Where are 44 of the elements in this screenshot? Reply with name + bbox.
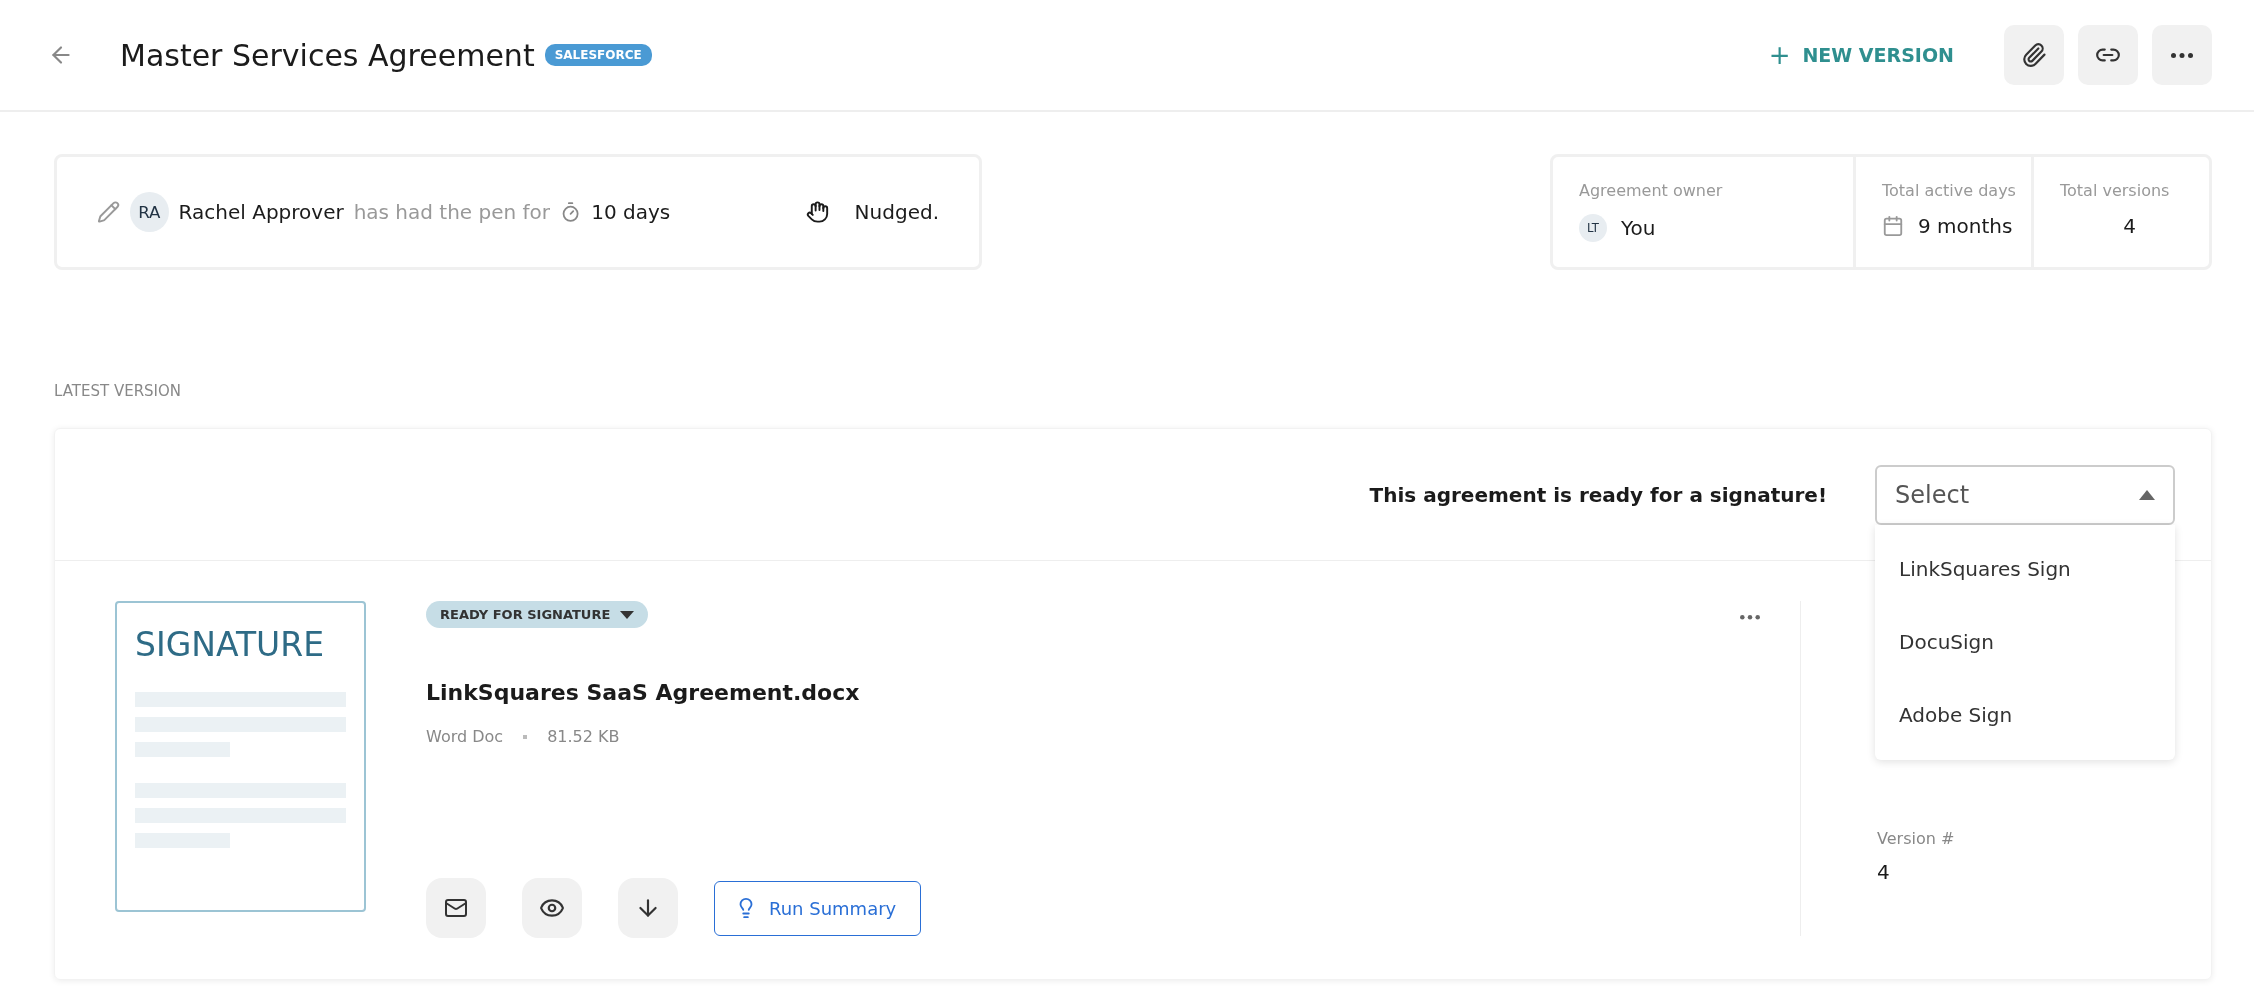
preview-button[interactable]: [522, 878, 582, 938]
version-label: Version #: [1877, 829, 1955, 848]
stat-value: 4: [2123, 214, 2136, 238]
more-button[interactable]: [1740, 615, 1760, 620]
stat-value: 9 months: [1918, 214, 2013, 238]
attachment-button[interactable]: [2004, 25, 2064, 85]
dropdown-option[interactable]: DocuSign: [1875, 605, 2175, 679]
more-icon: [1740, 615, 1760, 620]
user-avatar: RA: [130, 192, 169, 232]
pen-duration: 10 days: [591, 200, 671, 224]
owner-avatar: LT: [1579, 214, 1607, 242]
new-version-button[interactable]: + NEW VERSION: [1762, 39, 1960, 71]
stat-label: Agreement owner: [1579, 181, 1724, 200]
calendar-icon: [1882, 215, 1904, 237]
thumbnail-title: SIGNATURE: [135, 625, 326, 664]
caret-icon: [620, 610, 635, 619]
signature-select[interactable]: Select: [1875, 464, 2175, 525]
page-title: Master Services Agreement: [120, 37, 535, 73]
file-type: Word Doc: [426, 727, 504, 746]
nudge-status: Nudged.: [854, 200, 939, 224]
paperclip-icon: [2021, 42, 2047, 68]
section-title: LATEST VERSION: [53, 381, 183, 400]
version-number: 4: [1877, 860, 1891, 884]
file-size: 81.52 KB: [547, 727, 620, 746]
signature-message: This agreement is ready for a signature!: [1369, 482, 1827, 507]
stat-label: Total versions: [2060, 181, 2171, 200]
stat-value: You: [1621, 216, 1656, 240]
dropdown-option[interactable]: Adobe Sign: [1875, 678, 2175, 752]
status-dropdown[interactable]: READY FOR SIGNATURE: [426, 601, 649, 628]
mail-icon: [444, 896, 468, 920]
pencil-icon: [97, 200, 121, 224]
pen-holder-text: has had the pen for: [353, 200, 551, 224]
more-icon: [2171, 52, 2193, 58]
hand-icon: [805, 200, 829, 224]
email-button[interactable]: [426, 878, 486, 938]
file-name: LinkSquares SaaS Agreement.docx: [426, 680, 861, 705]
link-button[interactable]: [2078, 25, 2138, 85]
run-summary-button[interactable]: Run Summary: [714, 880, 922, 936]
dropdown-option[interactable]: LinkSquares Sign: [1875, 532, 2175, 606]
pen-holder-name: Rachel Approver: [178, 200, 344, 224]
source-badge: SALESFORCE: [544, 44, 652, 66]
stat-label: Total active days: [1882, 181, 2017, 200]
download-button[interactable]: [618, 878, 678, 938]
caret-icon: [2139, 489, 2155, 500]
